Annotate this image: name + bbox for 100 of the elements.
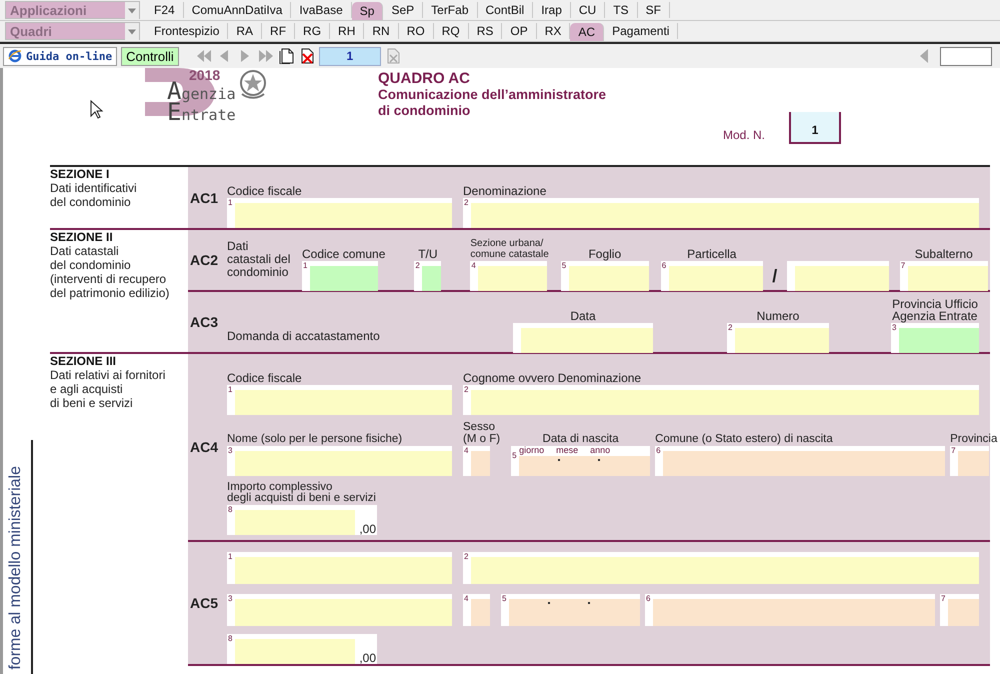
input-field[interactable]: 8 ,00 [227,634,377,664]
input-field[interactable]: 4 [470,261,548,291]
field-label: Codice fiscale [227,185,302,197]
tab[interactable]: RA [228,23,262,39]
input-field[interactable]: 5 [560,261,649,291]
input-field[interactable]: 5 [501,594,640,626]
field-label: T/U [418,248,438,260]
field-number: 5 [512,451,517,460]
input-field[interactable]: 2 [463,385,979,415]
date-part-label: giorno [519,445,544,455]
page-x-icon[interactable] [384,48,401,64]
field-label: Particella [687,248,736,260]
left-arrow-icon[interactable] [918,48,930,64]
field-number: 3 [228,594,232,603]
field-number: 1 [228,385,232,394]
input-field[interactable]: 6 [655,446,946,476]
field-label: Denominazione [463,185,546,197]
tab[interactable]: Frontespizio [146,23,228,39]
mod-label: Mod. N. [723,128,766,142]
tab[interactable]: F24 [146,2,184,18]
input-field[interactable]: 5 giorno mese anno [511,446,650,476]
tab[interactable]: Sp [352,2,384,20]
field-caption: Domanda di accatastamento [227,330,381,345]
date-part-label: mese [556,445,578,455]
form-subtitle: Comunicazione dell’amministratore di condominio [378,87,606,119]
input-field[interactable]: 3 [227,446,452,476]
date-separator [588,602,590,604]
tab[interactable]: RO [398,23,434,39]
tab[interactable]: RF [262,23,296,39]
field-number: 8 [228,505,232,514]
tab[interactable]: SF [638,2,670,18]
row-code: AC2 [189,251,220,270]
field-label: Codice fiscale [227,372,302,384]
section-description: Dati relativi ai fornitori e agli acquisti di beni e servizi [50,368,166,410]
input-field[interactable]: 4 [463,594,490,626]
input-field[interactable]: 2 [463,552,979,584]
input-field[interactable]: 1 [227,198,452,228]
field-number: 7 [900,261,906,270]
input-field[interactable]: 2 [414,261,442,291]
tab[interactable]: Pagamenti [604,23,678,39]
row-code: AC5 [189,594,220,613]
field-number: 2 [464,198,468,207]
slash: / [771,266,778,288]
section-title: SEZIONE III [50,355,118,368]
field-label: Provincia [950,433,998,445]
tab[interactable]: ContBil [478,2,534,18]
tab[interactable]: OP [502,23,537,39]
logo-year: 2018 [189,68,220,82]
section-title: SEZIONE II [50,231,114,244]
input-field[interactable]: 4 [463,446,490,476]
tab[interactable]: TS [605,2,638,18]
side-text: forme al modello ministeriale [7,466,25,670]
mouse-cursor-icon [90,100,104,120]
field-number: 8 [228,634,232,643]
tab[interactable]: RG [295,23,330,39]
tab[interactable]: RH [330,23,364,39]
field-number: 6 [646,594,650,603]
field-label: Comune (o Stato estero) di nascita [655,433,833,445]
field-number: 3 [228,446,232,455]
field-number: 4 [471,261,476,270]
field-label: Subalterno [914,248,973,260]
input-field[interactable]: 6 [660,261,763,291]
check-button[interactable]: Controlli [121,46,179,66]
tab[interactable]: TerFab [423,2,478,18]
tab[interactable]: CU [570,2,606,18]
tab[interactable]: Irap [533,2,571,18]
input-field[interactable]: 1 [302,261,378,291]
field-label: Sesso (M o F) [463,421,500,445]
logo-text: Agenzia [167,82,236,103]
tab[interactable]: RN [364,23,399,39]
field-number: 1 [228,552,232,561]
field-number: 5 [562,261,566,270]
mod-field[interactable]: 1 [789,112,842,144]
field-label: Data di nascita [542,433,619,445]
section-description: Dati identificativi del condominio [50,181,138,209]
input-field[interactable]: 7 [940,594,979,626]
logo-text: Entrate [167,103,236,124]
tab[interactable]: RS [468,23,502,39]
tab[interactable]: RQ [434,23,469,39]
input-field[interactable]: 1 [227,552,452,584]
row-code: AC4 [189,438,220,457]
input-field[interactable]: 1 [227,385,452,415]
field-label: Nome (solo per le persone fisiche) [227,433,402,445]
help-button[interactable]: Guida on-line [3,46,118,66]
input-field[interactable]: 2 [727,323,829,353]
tab[interactable]: SeP [383,2,424,18]
page-field[interactable]: 1 [318,46,381,66]
tab[interactable]: AC [570,23,604,41]
delete-page-icon[interactable] [298,48,315,64]
input-field[interactable]: 7 [950,446,990,476]
input-field[interactable] [940,46,992,66]
input-field[interactable]: 2 [463,198,979,228]
new-page-icon[interactable] [278,48,295,64]
input-field[interactable]: 3 [891,323,979,353]
field-number: 2 [464,385,468,394]
input-field[interactable]: 8 ,00 [227,505,377,535]
tab[interactable]: ComuAnnDatiIva [184,2,292,18]
input-field[interactable]: 3 [227,594,452,626]
input-field[interactable]: 7 [900,261,988,291]
input-field[interactable]: 6 [645,594,935,626]
